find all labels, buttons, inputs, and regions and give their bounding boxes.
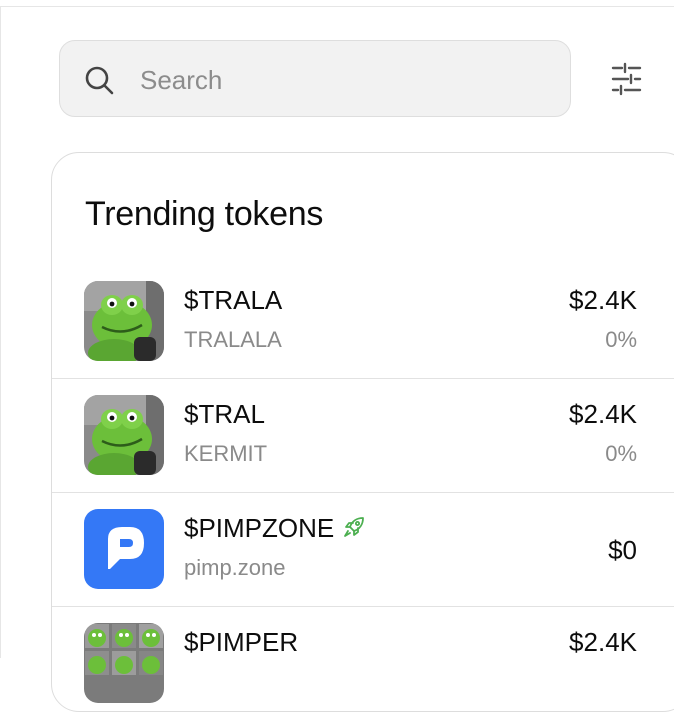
trending-title: Trending tokens xyxy=(85,195,324,233)
token-symbol: $PIMPZONE xyxy=(184,513,366,544)
token-symbol-text: $PIMPZONE xyxy=(184,513,335,543)
token-row[interactable]: $PIMPER $2.4K xyxy=(52,607,674,711)
kermit-avatar xyxy=(84,281,164,361)
token-change: 0% xyxy=(605,441,637,466)
token-symbol: $TRALA xyxy=(184,285,283,315)
token-name: TRALALA xyxy=(184,327,282,352)
token-price: $2.4K xyxy=(569,399,637,429)
kermit-collage xyxy=(84,623,164,703)
token-name: pimp.zone xyxy=(184,555,286,580)
rocket-icon xyxy=(344,517,365,537)
search-input[interactable] xyxy=(140,63,540,97)
token-change: 0% xyxy=(605,327,637,352)
search-bar[interactable] xyxy=(59,40,571,117)
search-icon xyxy=(85,66,114,95)
token-price: $0 xyxy=(608,535,637,565)
token-price: $2.4K xyxy=(569,627,637,657)
token-row[interactable]: $TRAL KERMIT $2.4K 0% xyxy=(52,379,674,492)
token-name: KERMIT xyxy=(184,441,268,466)
kermit-avatar xyxy=(84,395,164,475)
token-row[interactable]: $TRALA TRALALA $2.4K 0% xyxy=(52,265,674,378)
token-price: $2.4K xyxy=(569,285,637,315)
filter-sliders-icon[interactable] xyxy=(604,62,648,96)
trending-tokens-card: Trending tokens $TRALA TRALALA $2.4K 0% xyxy=(51,152,674,712)
token-symbol: $PIMPER xyxy=(184,627,299,657)
top-border xyxy=(0,6,674,7)
token-row[interactable]: $PIMPZONE pimp.zone $0 xyxy=(52,493,674,606)
pimp-zone-logo xyxy=(84,509,164,589)
left-border xyxy=(0,6,1,658)
token-symbol: $TRAL xyxy=(184,399,265,429)
